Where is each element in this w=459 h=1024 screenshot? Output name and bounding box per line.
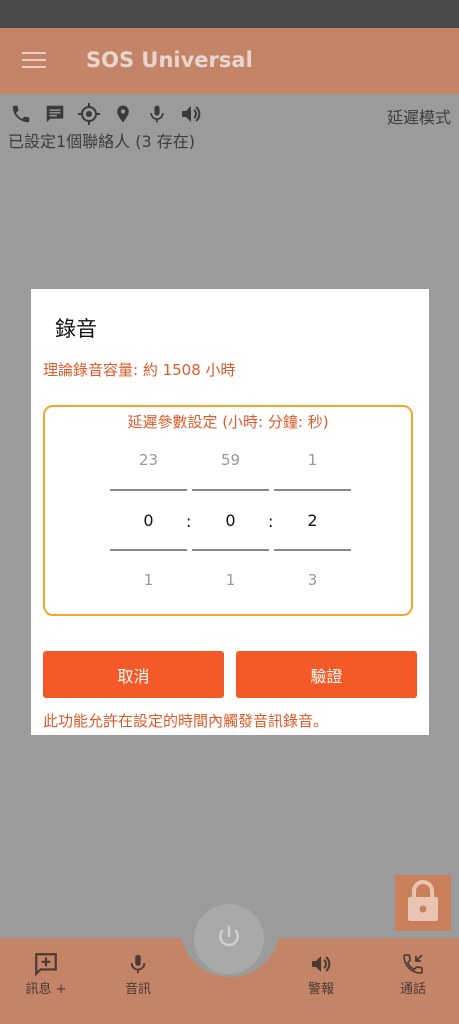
minutes-value[interactable]: 0: [192, 511, 269, 530]
delay-mode-label: 延遲模式: [386, 108, 451, 127]
picker-prev-value[interactable]: 23: [110, 451, 187, 469]
speaker-icon[interactable]: [178, 102, 204, 126]
mic-icon: [98, 950, 178, 978]
seconds-value[interactable]: 2: [274, 511, 351, 530]
time-separator: :: [186, 512, 192, 531]
delay-settings-title: 延遲參數設定 (小時: 分鐘: 秒): [127, 413, 329, 431]
picker-prev-value[interactable]: 1: [274, 451, 351, 469]
picker-divider: [274, 549, 351, 551]
recording-dialog: 錄音 理論錄音容量: 約 1508 小時 延遲參數設定 (小時: 分鐘: 秒) …: [31, 289, 429, 735]
nav-message-label: 訊息 +: [25, 982, 67, 997]
status-bar: [0, 0, 459, 28]
picker-divider: [110, 549, 187, 551]
hours-value[interactable]: 0: [110, 511, 187, 530]
nav-alarm-label: 警報: [307, 982, 334, 997]
picker-prev-value[interactable]: 59: [192, 451, 269, 469]
verify-button[interactable]: 驗證: [236, 651, 417, 698]
nav-message[interactable]: 訊息 +: [6, 950, 86, 997]
power-button[interactable]: [194, 904, 264, 974]
location-icon[interactable]: [110, 102, 136, 126]
picker-divider: [192, 489, 269, 491]
phone-icon[interactable]: [8, 102, 34, 126]
hours-picker[interactable]: 23 0 1: [110, 445, 187, 595]
gps-icon[interactable]: [76, 102, 102, 126]
picker-divider: [192, 549, 269, 551]
nav-call[interactable]: 通話: [373, 950, 453, 997]
nav-audio-label: 音訊: [124, 982, 151, 997]
power-icon: [214, 922, 244, 956]
feature-icons: [8, 102, 204, 126]
picker-next-value[interactable]: 1: [110, 571, 187, 589]
lock-button[interactable]: [395, 875, 451, 931]
dialog-title: 錄音: [55, 317, 97, 341]
incoming-call-icon: [373, 950, 453, 978]
nav-call-label: 通話: [399, 982, 426, 997]
minutes-picker[interactable]: 59 0 1: [192, 445, 269, 595]
nav-alarm[interactable]: 警報: [281, 950, 361, 997]
cancel-button[interactable]: 取消: [43, 651, 224, 698]
picker-next-value[interactable]: 3: [274, 571, 351, 589]
capacity-text: 理論錄音容量: 約 1508 小時: [43, 361, 236, 379]
app-title: SOS Universal: [86, 48, 253, 72]
message-icon[interactable]: [42, 102, 68, 126]
delay-settings-box: 延遲參數設定 (小時: 分鐘: 秒) 23 0 1 : 59 0 1 : 1 2…: [43, 405, 413, 616]
lock-icon: [404, 879, 442, 927]
picker-divider: [274, 489, 351, 491]
time-separator: :: [268, 512, 274, 531]
menu-icon[interactable]: [22, 52, 46, 70]
seconds-picker[interactable]: 1 2 3: [274, 445, 351, 595]
picker-next-value[interactable]: 1: [192, 571, 269, 589]
nav-audio[interactable]: 音訊: [98, 950, 178, 997]
mic-icon[interactable]: [144, 102, 170, 126]
picker-divider: [110, 489, 187, 491]
contacts-status: 已設定1個聯絡人 (3 存在): [8, 132, 196, 151]
add-message-icon: [6, 950, 86, 978]
speaker-icon: [281, 950, 361, 978]
feature-note: 此功能允許在設定的時間內觸發音訊錄音。: [43, 712, 329, 730]
